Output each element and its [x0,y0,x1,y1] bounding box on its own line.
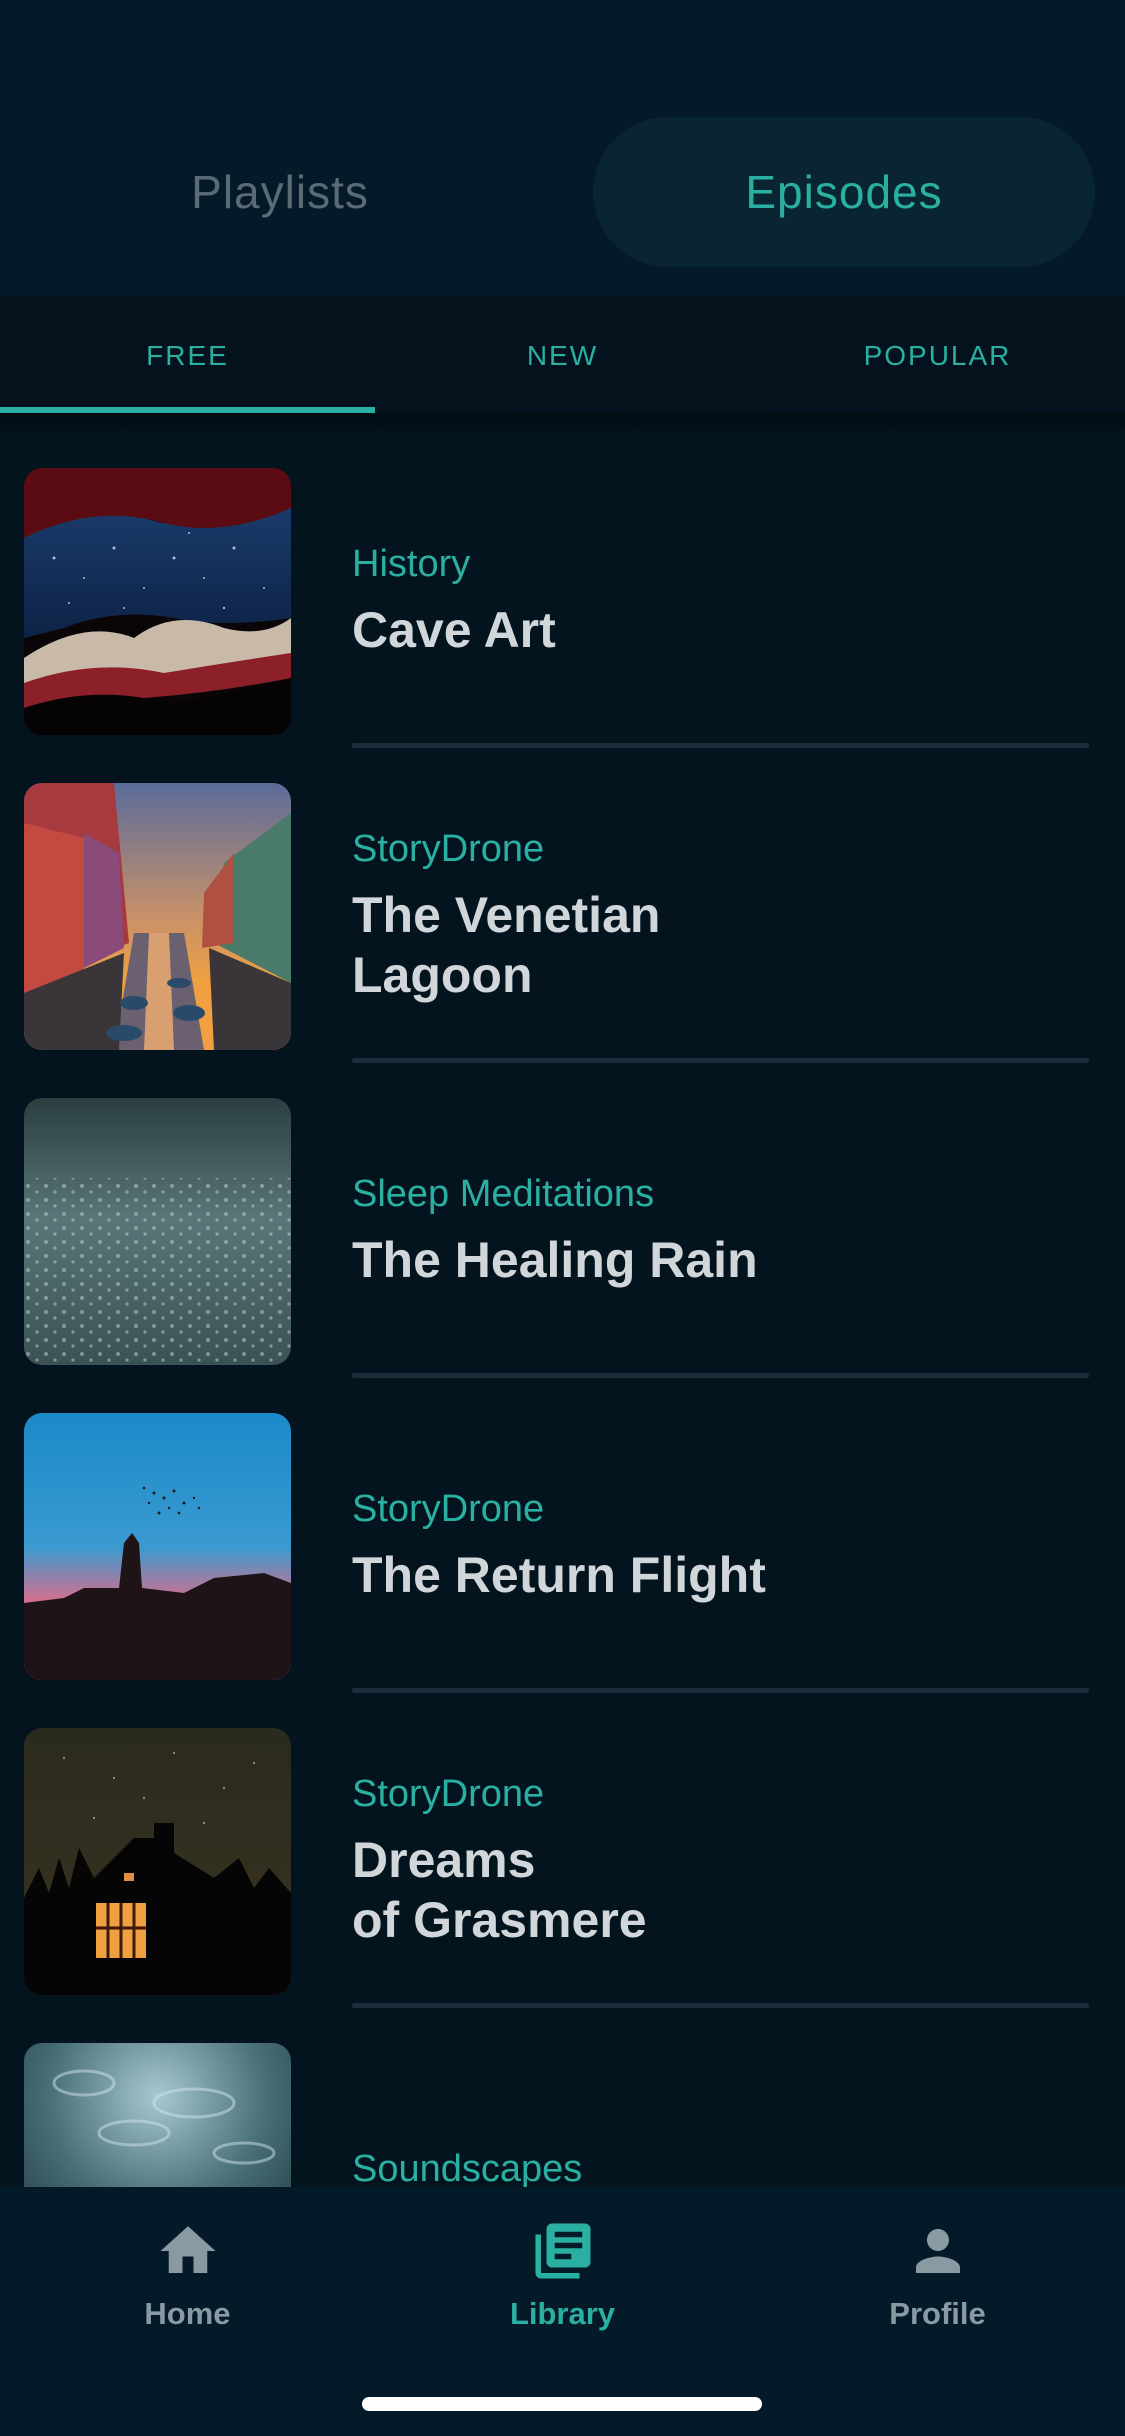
row-divider [352,1058,1089,1063]
nav-library-label: Library [509,2296,616,2331]
episode-info: StoryDrone The Venetian Lagoon [352,783,1092,1050]
nav-profile-label: Profile [889,2296,986,2331]
episode-thumbnail [24,1098,291,1365]
cave-starry-sky-image [24,468,291,735]
episode-info: History Cave Art [352,468,1092,735]
tab-new[interactable]: NEW [375,296,750,416]
row-divider [352,2003,1089,2008]
playlists-tab[interactable]: Playlists [90,117,470,267]
episode-row[interactable]: StoryDrone Dreams of Grasmere [0,1695,1125,2010]
episode-category: StoryDrone [352,828,545,870]
episode-thumbnail [24,1728,291,1995]
episodes-tab[interactable]: Episodes [593,117,1095,267]
episode-info: Sleep Meditations The Healing Rain [352,1098,1092,1365]
nav-library[interactable]: Library [375,2212,750,2342]
episode-category: Soundscapes [352,2148,583,2190]
nav-home[interactable]: Home [0,2212,375,2342]
raindrops-surface-image [24,1098,291,1365]
episode-row[interactable]: Sleep Meditations The Healing Rain [0,1065,1125,1380]
venice-canal-sunset-image [24,783,291,1050]
episode-thumbnail [24,783,291,1050]
nav-profile[interactable]: Profile [750,2212,1125,2342]
episode-title: Dreams of Grasmere [352,1832,647,1948]
cottage-night-stars-image [24,1728,291,1995]
home-icon [160,2226,215,2273]
episode-category: Sleep Meditations [352,1173,655,1215]
tab-free[interactable]: FREE [0,296,375,416]
profile-icon [915,2229,960,2273]
episode-category: StoryDrone [352,1773,545,1815]
episode-thumbnail [24,1413,291,1680]
tab-bar-shadow [0,413,1125,435]
episode-title: The Venetian Lagoon [352,887,661,1003]
filter-tabs: FREE NEW POPULAR [0,296,1125,416]
row-divider [352,743,1089,748]
library-icon [535,2223,590,2279]
episode-info: StoryDrone Dreams of Grasmere [352,1728,1092,1995]
tab-popular[interactable]: POPULAR [750,296,1125,416]
episode-category: StoryDrone [352,1488,545,1530]
row-divider [352,1688,1089,1693]
home-indicator[interactable] [362,2397,762,2411]
episode-thumbnail [24,468,291,735]
episode-row[interactable]: StoryDrone The Return Flight [0,1380,1125,1695]
nav-home-label: Home [144,2296,231,2331]
birds-dusk-silhouette-image [24,1413,291,1680]
episode-row[interactable]: StoryDrone The Venetian Lagoon [0,750,1125,1065]
episode-title: The Return Flight [352,1547,766,1603]
episode-title: The Healing Rain [352,1232,758,1288]
header: Playlists Episodes [0,0,1125,296]
episode-row[interactable]: History Cave Art [0,435,1125,750]
episode-title: Cave Art [352,602,556,658]
row-divider [352,1373,1089,1378]
episode-category: History [352,543,471,585]
episode-info: StoryDrone The Return Flight [352,1413,1092,1680]
